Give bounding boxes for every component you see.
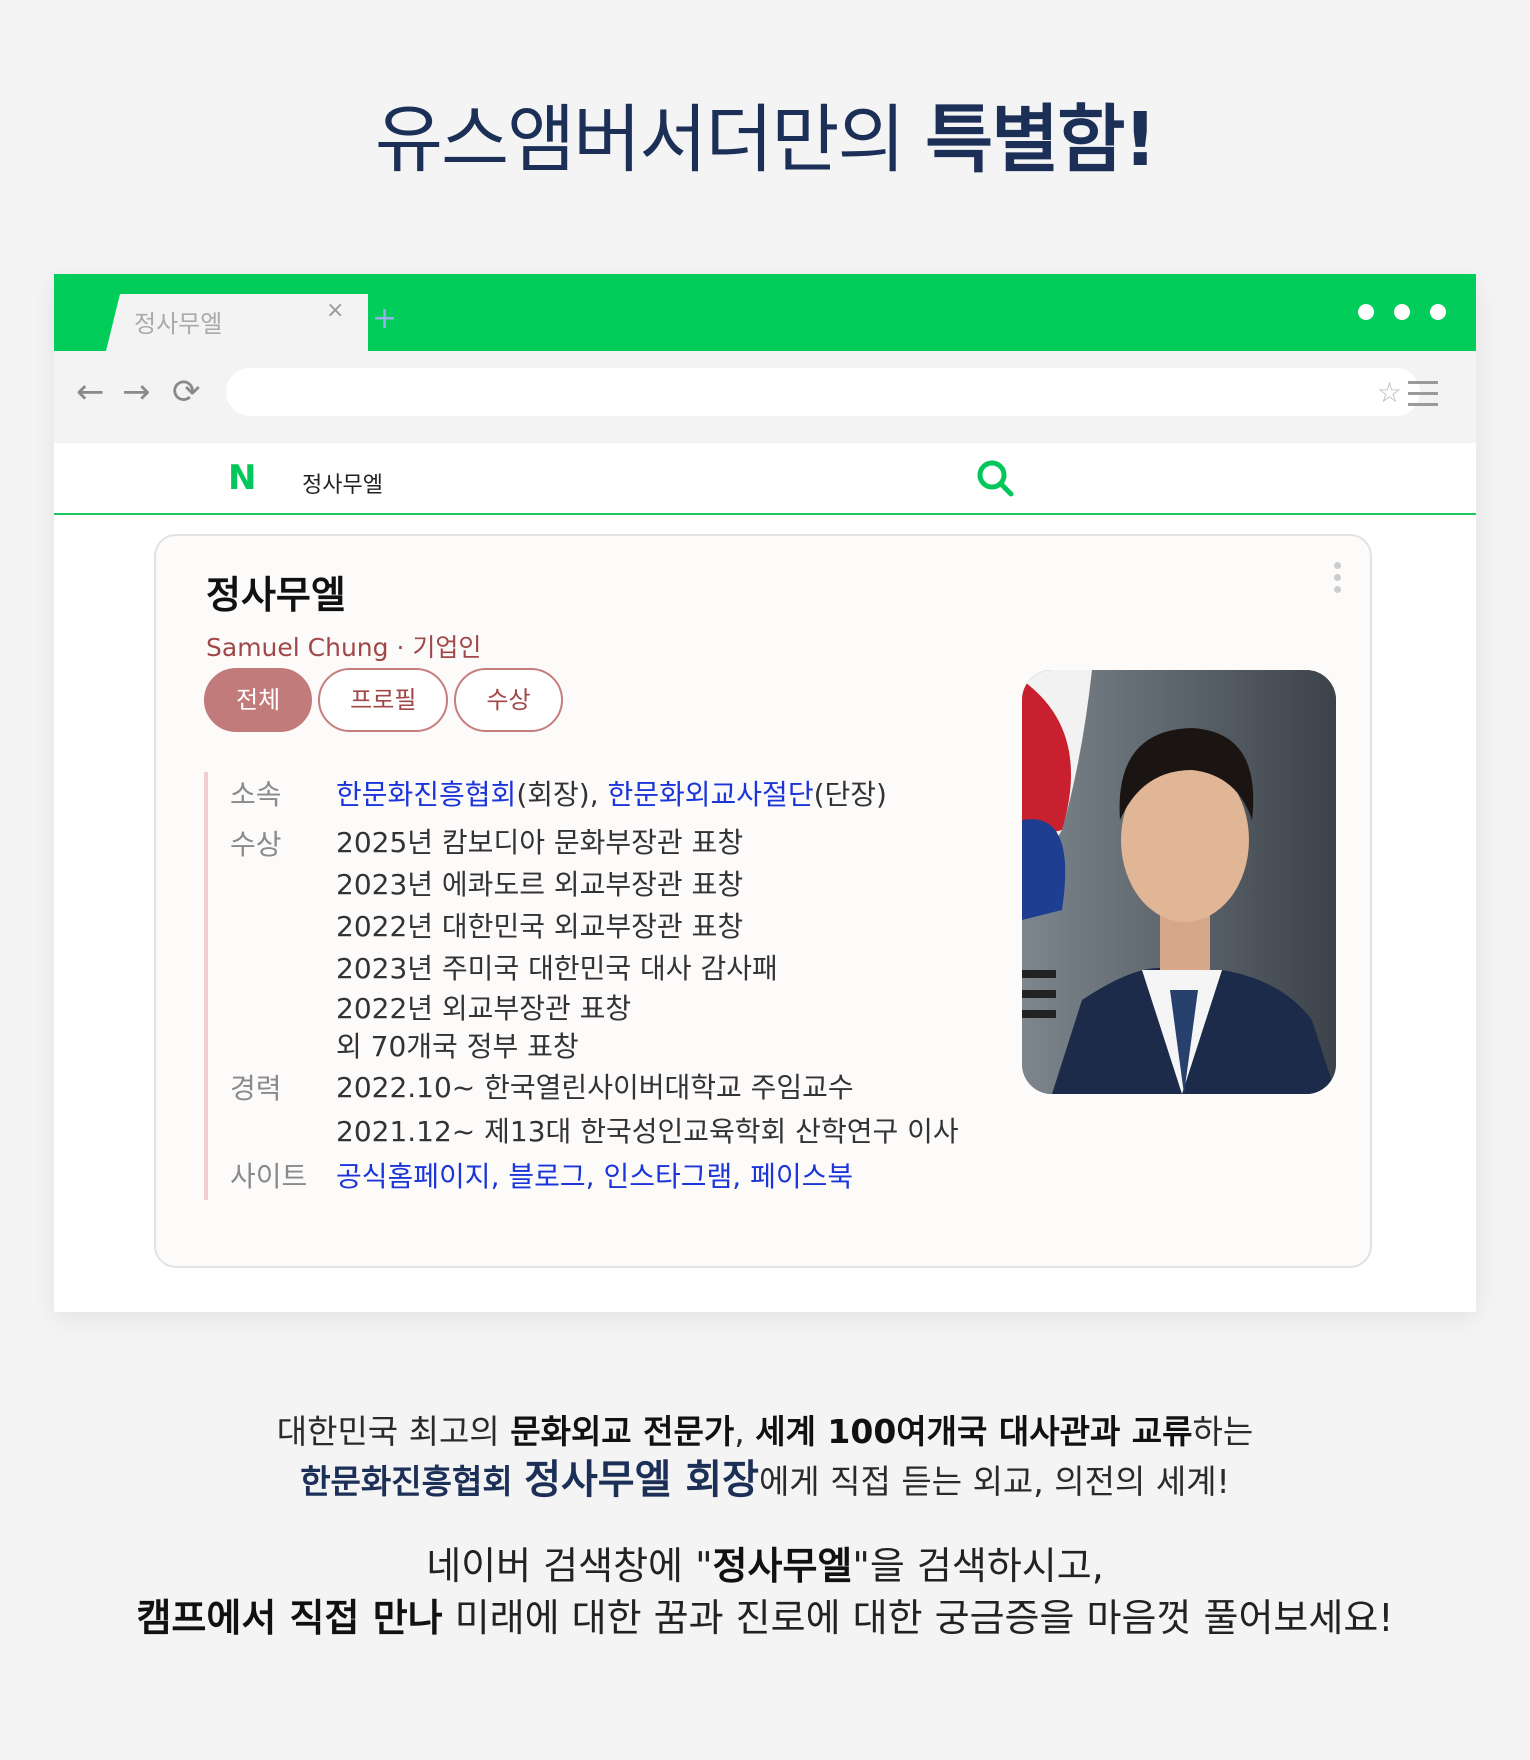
headline-light: 유스앰버서더만의 — [374, 97, 926, 183]
cta-text-part: 미래에 대한 꿈과 진로에 대한 궁금증을 마음껏 풀어보세요! — [442, 1596, 1394, 1640]
intro-text: 대한민국 최고의 문화외교 전문가, 세계 100여개국 대사관과 교류하는 한… — [0, 1408, 1530, 1506]
award-item: 2023년 에콰도르 외교부장관 표창 — [336, 868, 744, 901]
cta-highlight: 정사무엘 — [712, 1544, 853, 1588]
affiliation-link-1[interactable]: 한문화진흥협회 — [336, 778, 516, 811]
browser-window: 정사무엘 × + ← → ⟳ ☆ N 정사무엘 정사무엘 Samuel Chun… — [54, 274, 1476, 1312]
intro-highlight-name: 정사무엘 회장 — [524, 1457, 759, 1503]
profile-name: 정사무엘 — [206, 573, 346, 617]
tab-title: 정사무엘 — [134, 310, 223, 338]
intro-highlight: 문화외교 전문가 — [510, 1412, 735, 1451]
affiliation-role-2: (단장) — [813, 778, 887, 811]
naver-search-bar: N 정사무엘 — [54, 443, 1476, 515]
headline-bold: 특별함! — [925, 97, 1157, 183]
intro-text-part: 에게 직접 듣는 외교, 의전의 세계! — [758, 1462, 1230, 1501]
profile-tabs: 전체 프로필 수상 — [204, 668, 563, 732]
search-icon[interactable] — [974, 457, 1016, 499]
window-menu-dots-icon[interactable] — [1358, 304, 1446, 320]
awards-label: 수상 — [230, 828, 282, 861]
page-headline: 유스앰버서더만의 특별함! — [0, 80, 1530, 187]
profile-card: 정사무엘 Samuel Chung · 기업인 전체 프로필 수상 소속 한문화… — [154, 534, 1372, 1268]
more-options-icon[interactable] — [1334, 562, 1344, 598]
intro-highlight: 한문화진흥협회 — [300, 1462, 525, 1501]
career-label: 경력 — [230, 1072, 282, 1105]
intro-text-part: 대한민국 최고의 — [276, 1412, 511, 1451]
career-row: 경력 2022.10~ 한국열린사이버대학교 주임교수 2021.12~ 제13… — [230, 1066, 1004, 1154]
sites-row: 사이트 공식홈페이지, 블로그, 인스타그램, 페이스북 — [230, 1154, 1004, 1200]
intro-highlight: 세계 100여개국 대사관과 교류 — [755, 1412, 1193, 1451]
award-item: 2023년 주미국 대한민국 대사 감사패 — [336, 952, 778, 985]
site-link-homepage[interactable]: 공식홈페이지 — [336, 1160, 491, 1193]
cta-text-part: 네이버 검색창에 " — [426, 1544, 713, 1588]
navigation-bar: ← → ⟳ ☆ — [54, 351, 1476, 443]
hamburger-menu-icon[interactable] — [1408, 381, 1438, 407]
cta-text-part: "을 검색하시고, — [852, 1544, 1104, 1588]
profile-subtitle: Samuel Chung · 기업인 — [206, 633, 482, 662]
affiliation-link-2[interactable]: 한문화외교사절단 — [608, 778, 814, 811]
career-item: 2022.10~ 한국열린사이버대학교 주임교수 — [336, 1071, 854, 1104]
award-item: 2025년 캄보디아 문화부장관 표창 — [336, 826, 744, 859]
back-arrow-icon[interactable]: ← — [76, 375, 105, 409]
search-input[interactable]: 정사무엘 — [302, 467, 383, 499]
sites-label: 사이트 — [230, 1160, 308, 1193]
affiliation-label: 소속 — [230, 778, 282, 811]
awards-row: 수상 2025년 캄보디아 문화부장관 표창 2023년 에콰도르 외교부장관 … — [230, 822, 1004, 1066]
address-bar[interactable]: ☆ — [226, 368, 1420, 416]
award-item: 2022년 대한민국 외교부장관 표창 — [336, 910, 744, 943]
call-to-action-text: 네이버 검색창에 "정사무엘"을 검색하시고, 캠프에서 직접 만나 미래에 대… — [0, 1540, 1530, 1644]
cta-highlight: 캠프에서 직접 만나 — [136, 1596, 443, 1640]
profile-photo — [1022, 670, 1336, 1094]
new-tab-icon[interactable]: + — [372, 304, 397, 334]
award-item: 2022년 외교부장관 표창 — [336, 992, 632, 1025]
reload-icon[interactable]: ⟳ — [172, 375, 201, 409]
career-item: 2021.12~ 제13대 한국성인교육학회 산학연구 이사 — [336, 1115, 959, 1148]
forward-arrow-icon[interactable]: → — [122, 375, 151, 409]
site-link-facebook[interactable]: 페이스북 — [750, 1160, 853, 1193]
award-item: 외 70개국 정부 표창 — [336, 1030, 579, 1063]
intro-text-part: , — [734, 1412, 756, 1451]
tab-close-icon[interactable]: × — [326, 298, 344, 323]
tab-awards[interactable]: 수상 — [454, 668, 563, 732]
affiliation-row: 소속 한문화진흥협회(회장), 한문화외교사절단(단장) — [230, 772, 1004, 818]
intro-text-part: 하는 — [1192, 1412, 1254, 1451]
profile-info: 소속 한문화진흥협회(회장), 한문화외교사절단(단장) 수상 2025년 캄보… — [204, 772, 1004, 1200]
tab-bar: 정사무엘 × + — [54, 274, 1476, 351]
site-link-instagram[interactable]: 인스타그램 — [603, 1160, 732, 1193]
site-link-blog[interactable]: 블로그 — [508, 1160, 585, 1193]
bookmark-star-icon[interactable]: ☆ — [1377, 376, 1402, 409]
tab-all[interactable]: 전체 — [204, 668, 313, 732]
tab-profile[interactable]: 프로필 — [318, 668, 449, 732]
naver-logo: N — [228, 458, 257, 498]
affiliation-role-1: (회장), — [516, 778, 608, 811]
